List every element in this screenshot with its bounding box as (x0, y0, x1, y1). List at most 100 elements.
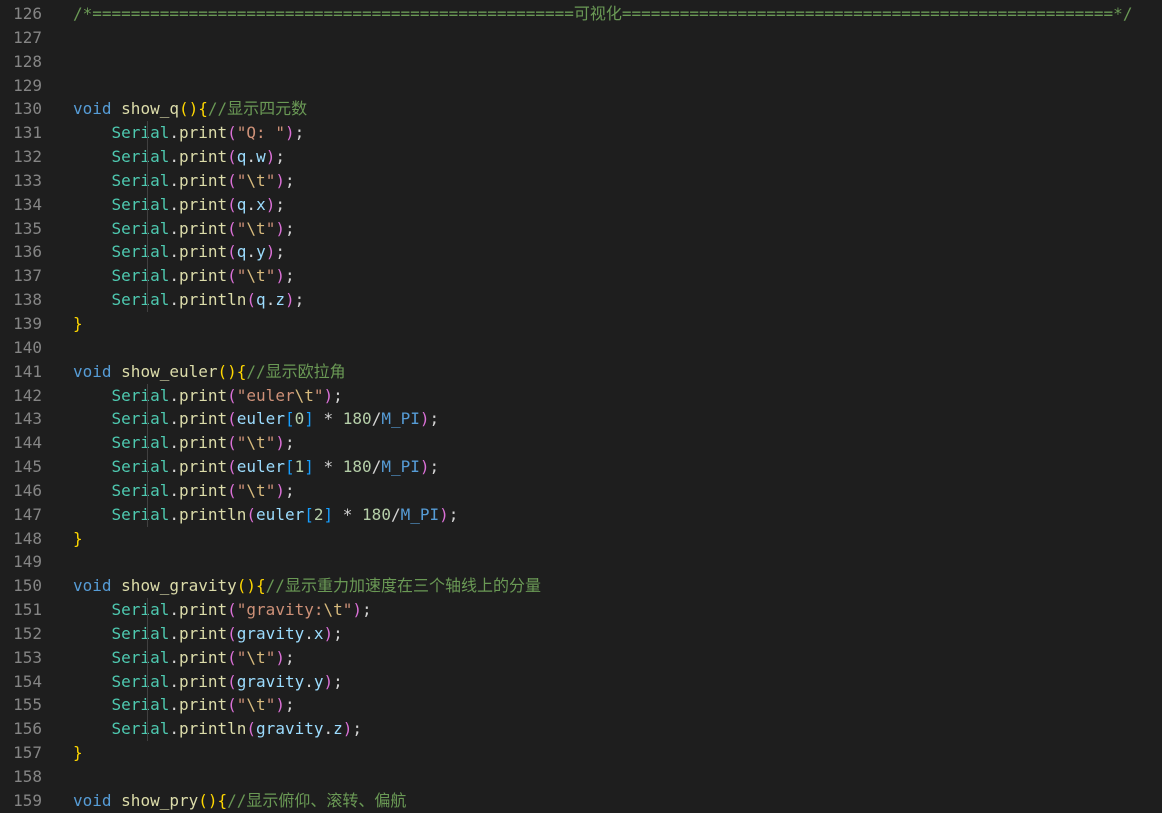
code-text: void show_pry(){//显示俯仰、滚转、偏航 (73, 789, 1162, 813)
bracket-token: } (73, 313, 83, 333)
code-line[interactable]: 146 Serial.print("\t"); (0, 478, 1162, 503)
variable-token: w (256, 147, 266, 167)
code-line[interactable]: 136 Serial.print(q.y); (0, 240, 1162, 265)
operator-token: . (169, 504, 179, 524)
bracket-token: ( (227, 600, 237, 620)
line-number: 142 (13, 385, 42, 405)
bracket-token: } (73, 528, 83, 548)
line-number: 149 (13, 552, 42, 572)
number-token: 180 (342, 409, 372, 429)
bracket-token: ) (265, 242, 276, 262)
keyword-token: void (73, 99, 112, 119)
bracket-token: } (73, 743, 83, 763)
indent-guide (147, 431, 148, 456)
bracket-token: ) (275, 266, 285, 286)
code-line[interactable]: 137 Serial.print("\t"); (0, 264, 1162, 289)
operator-token: ; (284, 218, 295, 238)
code-line[interactable]: 133 Serial.print("\t"); (0, 168, 1162, 193)
operator-token: ; (429, 409, 440, 429)
code-line[interactable]: 151 Serial.print("gravity:\t"); (0, 598, 1162, 622)
code-line[interactable]: 134 Serial.print(q.x); (0, 192, 1162, 217)
string-token: " (265, 433, 276, 453)
operator-token (73, 123, 112, 142)
bracket-token: ) (284, 290, 295, 310)
string-token: " (236, 695, 247, 715)
code-line[interactable]: 155 Serial.print("\t"); (0, 693, 1162, 718)
code-line[interactable]: 127 (0, 26, 1162, 50)
code-text: Serial.print("\t"); (73, 168, 1162, 193)
operator-token: * (313, 457, 343, 477)
bracket-token: ( (227, 457, 237, 477)
operator-token: . (246, 194, 257, 214)
operator-token (73, 481, 112, 500)
function-token: println (178, 719, 247, 739)
comment-token: //显示四元数 (207, 99, 308, 119)
bracket-token: ( (227, 218, 237, 238)
code-line[interactable]: 143 Serial.print(euler[0] * 180/M_PI); (0, 407, 1162, 432)
variable-token: x (313, 623, 324, 643)
code-line[interactable]: 149 (0, 550, 1162, 574)
escape-token: \t (246, 433, 266, 453)
code-line[interactable]: 140 (0, 336, 1162, 360)
code-text: void show_q(){//显示四元数 (73, 97, 1162, 121)
variable-token: z (333, 719, 343, 739)
code-line[interactable]: 130 void show_q(){//显示四元数 (0, 97, 1162, 121)
code-line[interactable]: 157} (0, 741, 1162, 765)
bracket-token: ) (265, 194, 276, 214)
operator-token: ; (333, 671, 343, 691)
code-line[interactable]: 150 void show_gravity(){//显示重力加速度在三个轴线上的分… (0, 574, 1162, 598)
code-line[interactable]: 142 Serial.print("euler\t"); (0, 383, 1162, 408)
code-line[interactable]: 145 Serial.print(euler[1] * 180/M_PI); (0, 455, 1162, 479)
number-token: 1 (294, 457, 305, 477)
number-token: 180 (362, 504, 391, 524)
code-line[interactable]: 147 Serial.println(euler[2] * 180/M_PI); (0, 502, 1162, 527)
code-line[interactable]: 156 Serial.println(gravity.z); (0, 717, 1162, 742)
code-line[interactable]: 158 (0, 765, 1162, 789)
code-line[interactable]: 129 (0, 74, 1162, 98)
code-line[interactable]: 141 void show_euler(){//显示欧拉角 (0, 360, 1162, 384)
indent-guide (147, 168, 148, 193)
operator-token: ; (429, 457, 440, 477)
variable-token: gravity (236, 623, 305, 643)
line-number: 157 (13, 743, 42, 763)
code-line[interactable]: 132 Serial.print(q.w); (0, 145, 1162, 169)
operator-token (73, 672, 112, 691)
code-line[interactable]: 148} (0, 527, 1162, 551)
indent-guide (147, 216, 148, 241)
code-line[interactable]: 128 (0, 50, 1162, 74)
bracket-token: () (178, 99, 199, 119)
class-token: Serial (111, 647, 170, 667)
variable-token: q (236, 147, 247, 167)
line-number: 126 (13, 4, 42, 23)
variable-token: euler (236, 409, 285, 429)
bracket-token: ( (246, 719, 257, 739)
code-line[interactable]: 131 Serial.print("Q: "); (0, 121, 1162, 146)
code-line[interactable]: 139} (0, 312, 1162, 336)
code-line[interactable]: 135 Serial.print("\t"); (0, 216, 1162, 241)
bracket-token: () (217, 361, 237, 381)
code-line[interactable]: 126 /*===================================… (0, 2, 1162, 26)
bracket-token: { (236, 361, 247, 381)
code-line[interactable]: 138 Serial.println(q.z); (0, 288, 1162, 312)
bracket-token: ) (439, 504, 449, 524)
line-number: 147 (13, 504, 42, 524)
code-line[interactable]: 153 Serial.print("\t"); (0, 645, 1162, 670)
code-line[interactable]: 144 Serial.print("\t"); (0, 431, 1162, 456)
code-line[interactable]: 159 void show_pry(){//显示俯仰、滚转、偏航 (0, 789, 1162, 813)
bracket-token: ) (275, 647, 285, 667)
class-token: Serial (111, 719, 170, 739)
variable-token: q (236, 242, 247, 262)
class-token: Serial (111, 194, 170, 214)
operator-token: * (333, 504, 363, 524)
bracket-token: ] (323, 504, 334, 524)
code-text: Serial.print("\t"); (73, 431, 1162, 456)
code-line[interactable]: 152 Serial.print(gravity.x); (0, 621, 1162, 646)
indent-guide (147, 145, 148, 169)
code-text: Serial.print(q.x); (73, 192, 1162, 217)
operator-token (73, 505, 112, 524)
code-line[interactable]: 154 Serial.print(gravity.y); (0, 669, 1162, 694)
escape-token: \t (246, 218, 266, 238)
operator-token (73, 242, 112, 261)
string-token: " (342, 600, 353, 620)
code-editor[interactable]: 126 /*===================================… (0, 2, 1162, 813)
